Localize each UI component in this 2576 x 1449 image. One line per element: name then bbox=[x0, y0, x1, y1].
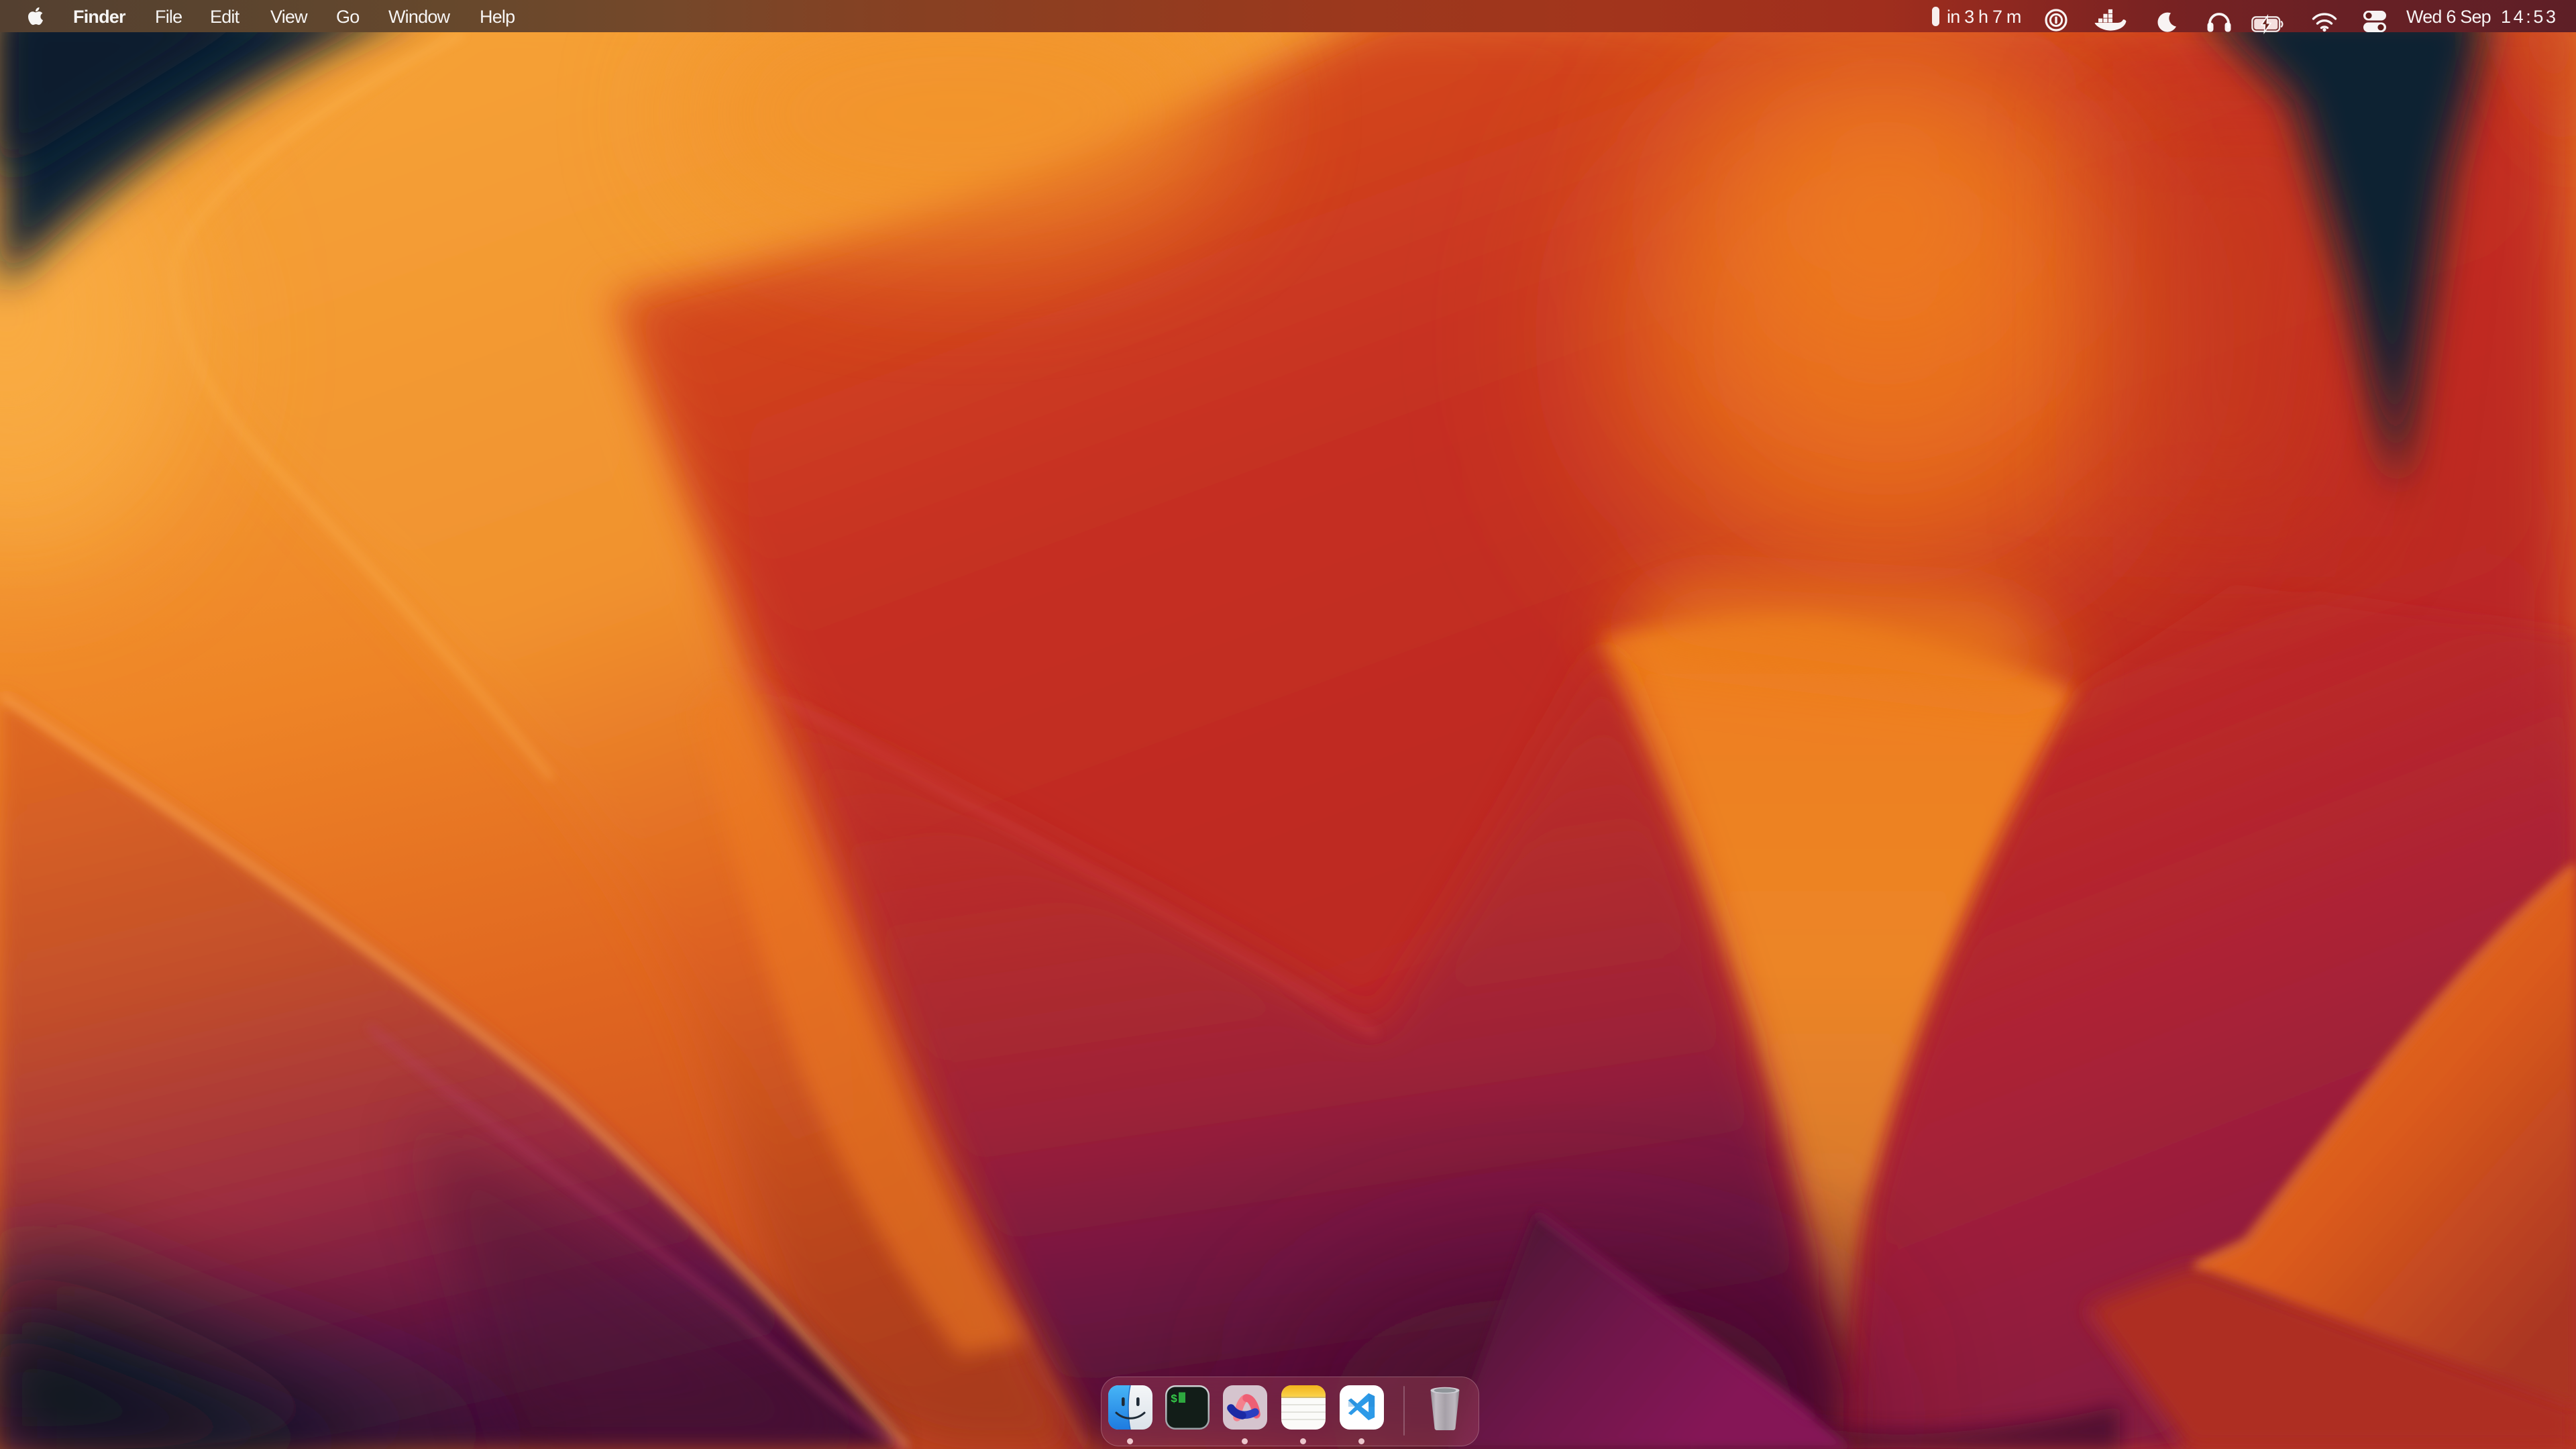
svg-text:$: $ bbox=[1171, 1393, 1177, 1406]
